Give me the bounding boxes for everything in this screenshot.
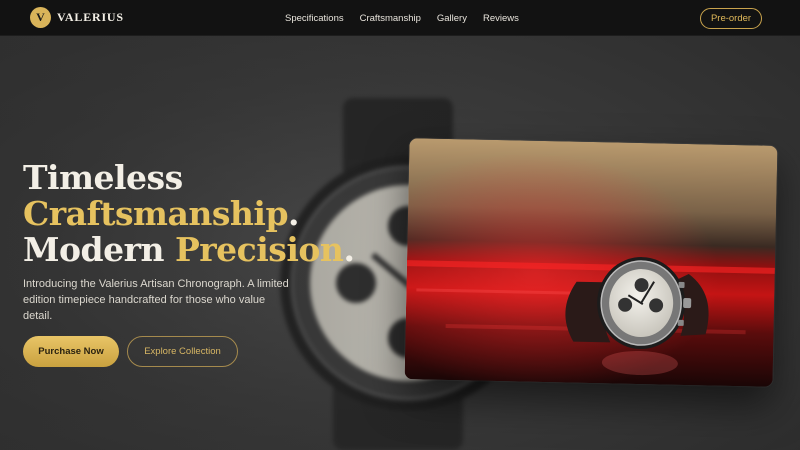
- hero-headline: Timeless Craftsmanship. Modern Precision…: [23, 158, 355, 269]
- brand-logo[interactable]: V VALERIUS: [30, 7, 124, 28]
- nav-link-gallery[interactable]: Gallery: [437, 13, 467, 24]
- headline-line-3: Modern Precision.: [23, 230, 355, 269]
- hero-intro-text: Introducing the Valerius Artisan Chronog…: [23, 278, 289, 322]
- headline-gold-word-1: Craftsmanship: [23, 194, 289, 233]
- nav-links: Specifications Craftsmanship Gallery Rev…: [285, 0, 535, 36]
- headline-period-2: .: [343, 230, 355, 269]
- nav-link-craftsmanship[interactable]: Craftsmanship: [360, 13, 421, 24]
- headline-gold-word-2: Precision: [174, 230, 344, 269]
- headline-period-1: .: [288, 194, 300, 233]
- nav-link-specifications[interactable]: Specifications: [285, 13, 344, 24]
- explore-collection-button[interactable]: Explore Collection: [127, 336, 238, 367]
- product-image-card: [404, 138, 778, 387]
- headline-line-2: Craftsmanship.: [23, 196, 354, 232]
- purchase-now-button[interactable]: Purchase Now: [23, 336, 119, 367]
- headline-line-1: Timeless: [23, 158, 183, 197]
- nav-link-reviews[interactable]: Reviews: [483, 13, 519, 24]
- monogram-v-badge: V: [30, 7, 51, 28]
- watch-on-red-surface-photo: [404, 138, 778, 387]
- top-nav: V VALERIUS Specifications Craftsmanship …: [0, 0, 800, 36]
- headline-white-word: Modern: [23, 230, 175, 269]
- preorder-button[interactable]: Pre-order: [700, 8, 762, 29]
- brand-name: VALERIUS: [57, 10, 124, 24]
